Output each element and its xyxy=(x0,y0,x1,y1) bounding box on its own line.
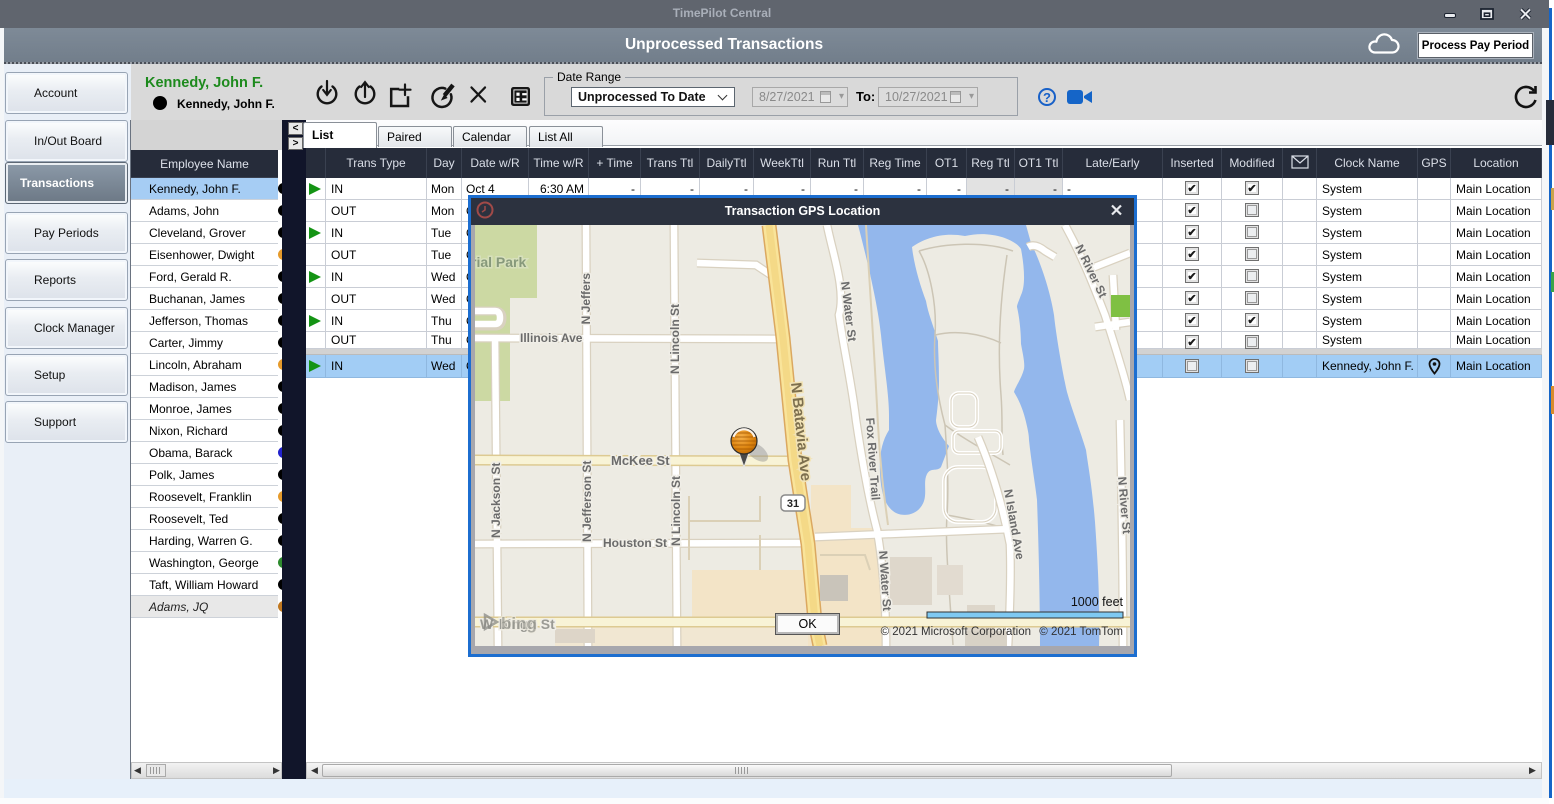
svg-text:N Jackson St: N Jackson St xyxy=(489,463,503,538)
svg-text:© 2021 Microsoft Corporation: © 2021 Microsoft Corporation xyxy=(881,626,1031,638)
svg-text:N Jeffers: N Jeffers xyxy=(579,273,593,325)
svg-text:N Lincoln St: N Lincoln St xyxy=(669,476,683,546)
svg-text:Houston St: Houston St xyxy=(603,536,667,550)
svg-text:bing: bing xyxy=(501,614,537,633)
svg-text:Illinois Ave: Illinois Ave xyxy=(520,331,583,345)
svg-text:1000 feet: 1000 feet xyxy=(1071,595,1124,609)
svg-text:rial Park: rial Park xyxy=(475,254,526,270)
svg-text:© 2021 TomTom: © 2021 TomTom xyxy=(1039,626,1123,638)
svg-text:31: 31 xyxy=(787,498,799,510)
svg-text:McKee St: McKee St xyxy=(611,453,670,468)
svg-text:N Lincoln St: N Lincoln St xyxy=(668,304,682,374)
svg-text:N Jefferson St: N Jefferson St xyxy=(580,461,594,542)
